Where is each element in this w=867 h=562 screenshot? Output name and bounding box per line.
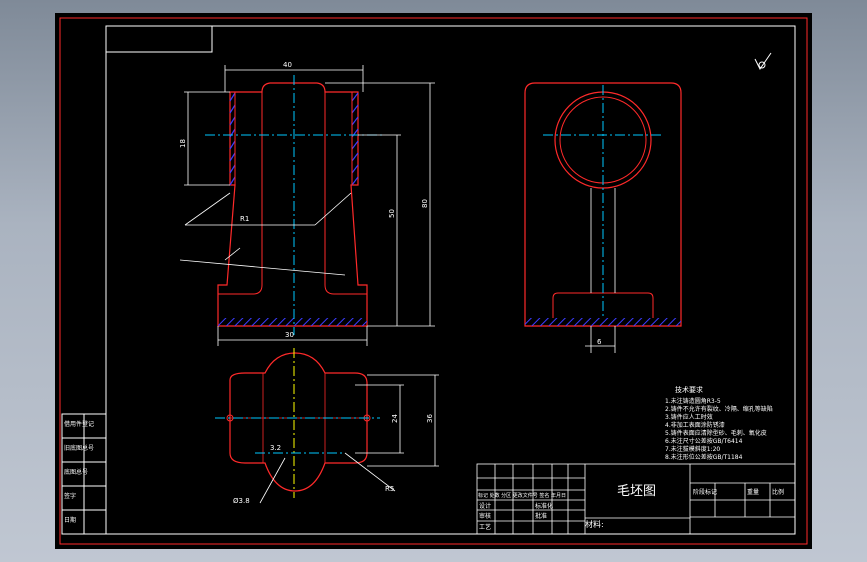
technical-notes: 技术要求 1.未注铸造圆角R3-5 2.铸件不允许有裂纹、冷隔、缩孔等缺陷 3.… [665,385,773,461]
side-row-3: 签字 [64,492,76,500]
material-label: 材料: [585,519,604,529]
note-7: 8.未注形位公差按GB/T1184 [665,453,743,461]
dim-bore-height: 18 [179,139,187,148]
tb-row-0: 设计 [479,502,491,510]
dim-side: 6 [597,338,602,346]
note-4: 5.铸件表面应清除型砂、毛刺、氧化皮 [665,429,767,437]
title-block [476,463,796,535]
ratio-header: 比例 [772,488,784,496]
front-view: 40 18 80 50 30 R1 [179,61,435,346]
note-1: 2.铸件不允许有裂纹、冷隔、缩孔等缺陷 [665,405,773,413]
dim-callout-32: 3.2 [270,444,281,452]
dim-base-width: 30 [285,331,294,339]
dim-callout-r1: R1 [240,215,249,223]
dim-top-width: 40 [283,61,292,69]
dim-callout-r5: R5 [385,485,394,493]
dim-height-mid: 50 [388,209,396,218]
drawing-canvas[interactable]: 借用件登记 旧底图总号 底图总号 签字 日期 40 18 80 50 30 R1… [55,13,812,549]
note-0: 1.未注铸造圆角R3-5 [665,397,721,405]
tb-row-2: 工艺 [479,523,491,531]
weight-header: 重量 [747,488,759,496]
dim-callout-dia: Ø3.8 [233,497,250,505]
dim-height-total: 80 [421,199,429,208]
note-2: 3.铸件应人工时效 [665,413,713,421]
dim-plan-width: 36 [426,414,434,423]
tb-row-4: 批准 [535,512,547,520]
side-view: 6 [524,82,682,353]
change-header: 标记 处数 分区 更改文件号 签名 年月日 [478,492,566,499]
side-row-0: 借用件登记 [64,420,94,428]
note-3: 4.非加工表面涂防锈漆 [665,421,725,429]
plan-view: 36 24 Ø3.8 R5 3.2 [215,348,439,505]
note-5: 6.未注尺寸公差按GB/T6414 [665,437,743,445]
tb-row-3: 标准化 [535,502,553,510]
side-block: 借用件登记 旧底图总号 底图总号 签字 日期 [61,413,107,535]
scale-header: 阶段标记 [693,488,717,496]
drawing-name: 毛坯图 [617,484,656,499]
corner-box [105,25,213,53]
outer-border [59,17,808,545]
notes-title: 技术要求 [675,385,703,394]
side-row-4: 日期 [64,516,76,524]
dim-plan-inner: 24 [391,414,399,423]
side-row-2: 底图总号 [64,468,88,476]
note-6: 7.未注拔模斜度1:20 [665,445,720,453]
drawing-svg: 借用件登记 旧底图总号 底图总号 签字 日期 40 18 80 50 30 R1… [59,17,808,545]
side-row-1: 旧底图总号 [64,444,94,452]
roughness-symbol [754,52,772,70]
cad-viewport: 借用件登记 旧底图总号 底图总号 签字 日期 40 18 80 50 30 R1… [0,0,867,562]
tb-row-1: 审核 [479,512,491,520]
